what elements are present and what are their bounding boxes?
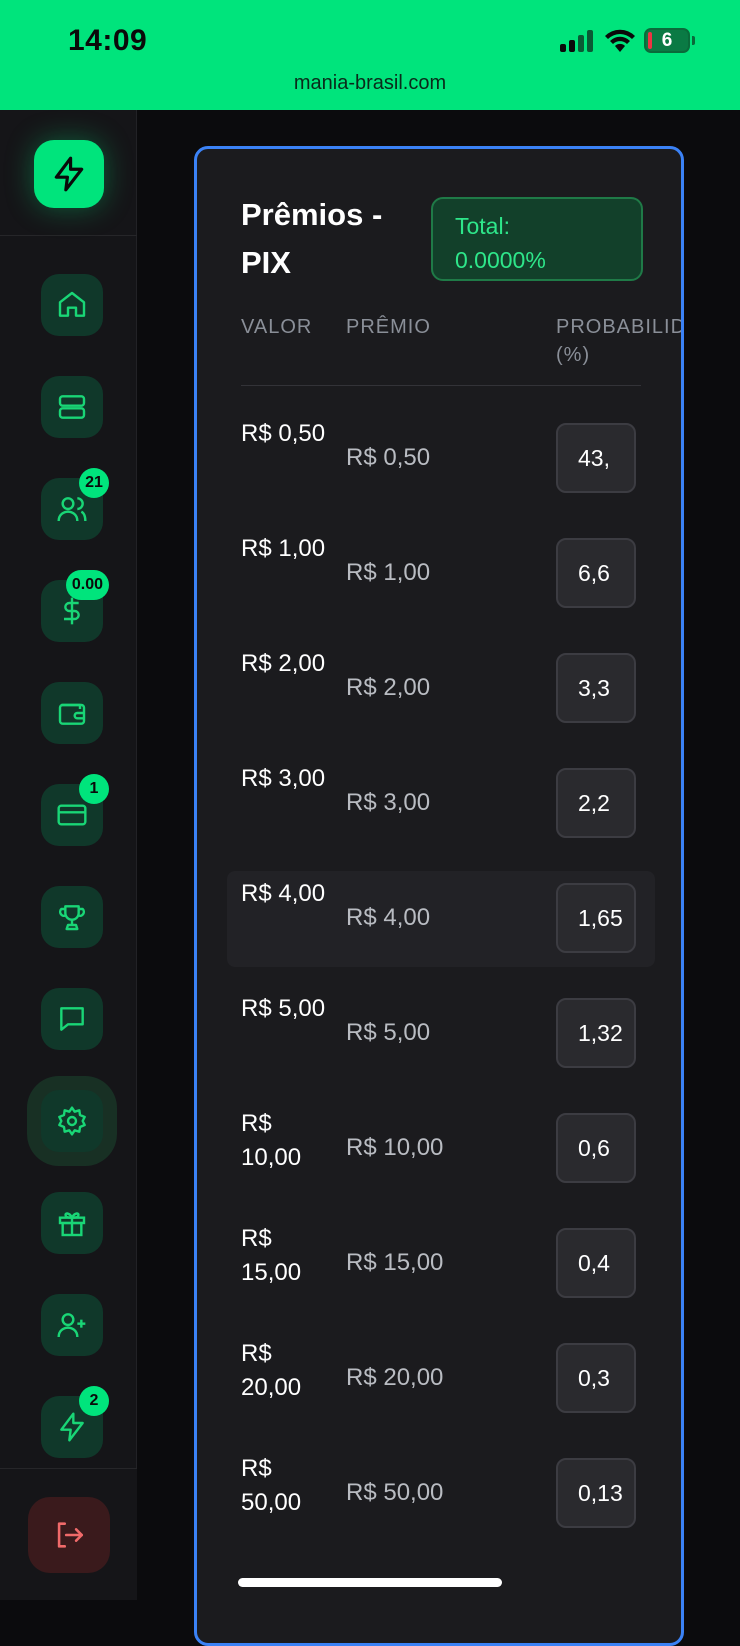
sidebar-item-finance[interactable]: 0.00 xyxy=(41,570,109,642)
table-row: R$ 10,00 R$ 10,00 0,6 xyxy=(227,1101,655,1197)
table-row: R$ 1,00 R$ 1,00 6,6 xyxy=(227,526,655,622)
credit-card-icon xyxy=(57,804,87,826)
lightning-badge: 2 xyxy=(79,1386,109,1416)
signal-icon xyxy=(560,30,594,52)
header-divider xyxy=(241,385,641,386)
user-plus-icon xyxy=(57,1313,86,1338)
probability-input[interactable]: 0,6 xyxy=(556,1113,636,1183)
table-row: R$ 50,00 R$ 50,00 0,13 xyxy=(227,1446,655,1542)
logout-button[interactable] xyxy=(28,1497,110,1573)
cell-premio: R$ 15,00 xyxy=(346,1249,444,1276)
cell-premio: R$ 10,00 xyxy=(346,1134,444,1161)
address-url[interactable]: mania-brasil.com xyxy=(0,72,740,95)
cell-premio: R$ 50,00 xyxy=(346,1479,444,1506)
cell-valor: R$ 5,00 xyxy=(241,995,326,1022)
table-row: R$ 5,00 R$ 5,00 1,32 xyxy=(227,986,655,1082)
logo-area xyxy=(0,110,137,236)
cell-valor: R$ 10,00 xyxy=(241,1110,302,1171)
users-icon xyxy=(57,497,87,522)
cell-premio: R$ 3,00 xyxy=(346,789,431,816)
cell-valor: R$ 0,50 xyxy=(241,420,326,447)
sidebar-item-add-user[interactable] xyxy=(41,1294,103,1356)
battery-level: 6 xyxy=(661,30,673,51)
probability-input[interactable]: 1,65 xyxy=(556,883,636,953)
sidebar-item-server[interactable] xyxy=(41,376,103,438)
probability-input[interactable]: 43, xyxy=(556,423,636,493)
table-row: R$ 20,00 R$ 20,00 0,3 xyxy=(227,1331,655,1427)
status-bar: 14:09 6 mania-brasil.com xyxy=(0,0,740,110)
cell-valor: R$ 1,00 xyxy=(241,535,326,562)
cell-valor: R$ 15,00 xyxy=(241,1225,302,1286)
finance-badge: 0.00 xyxy=(65,570,109,600)
column-header-premio: PRÊMIO xyxy=(346,316,431,338)
sidebar-item-gift[interactable] xyxy=(41,1192,103,1254)
server-icon xyxy=(58,395,86,419)
cell-valor: R$ 50,00 xyxy=(241,1455,302,1516)
gear-icon xyxy=(58,1106,86,1136)
sidebar-item-trophy[interactable] xyxy=(41,886,103,948)
table-row: R$ 0,50 R$ 0,50 43, xyxy=(227,411,655,507)
wifi-icon xyxy=(605,29,635,52)
column-header-valor: VALOR xyxy=(241,316,313,338)
probability-input[interactable]: 0,4 xyxy=(556,1228,636,1298)
column-header-probabilidade: PROBABILIDADE (%) xyxy=(556,316,681,366)
card-title: Prêmios - PIX xyxy=(241,197,383,280)
cell-valor: R$ 3,00 xyxy=(241,765,326,792)
cell-valor: R$ 2,00 xyxy=(241,650,326,677)
cards-badge: 1 xyxy=(79,774,109,804)
prizes-card: Prêmios - PIX Total: 0.0000% VALOR PRÊMI… xyxy=(194,146,684,1646)
probability-input[interactable]: 1,32 xyxy=(556,998,636,1068)
sidebar-item-lightning[interactable]: 2 xyxy=(41,1386,109,1458)
cell-premio: R$ 2,00 xyxy=(346,674,431,701)
gift-icon xyxy=(58,1212,86,1237)
cell-premio: R$ 1,00 xyxy=(346,559,431,586)
cell-valor: R$ 4,00 xyxy=(241,880,326,907)
probability-input[interactable]: 0,3 xyxy=(556,1343,636,1413)
table-row: R$ 2,00 R$ 2,00 3,3 xyxy=(227,641,655,737)
sidebar: 21 0.00 1 2 xyxy=(0,110,137,1600)
table-row: R$ 4,00 R$ 4,00 1,65 xyxy=(227,871,655,967)
cell-premio: R$ 5,00 xyxy=(346,1019,431,1046)
sidebar-item-chat[interactable] xyxy=(41,988,103,1050)
home-icon xyxy=(58,291,86,317)
sidebar-item-wallet[interactable] xyxy=(41,682,103,744)
sidebar-footer xyxy=(0,1468,137,1600)
sidebar-item-home[interactable] xyxy=(41,274,103,336)
cell-premio: R$ 20,00 xyxy=(346,1364,444,1391)
sidebar-item-settings[interactable] xyxy=(41,1090,103,1152)
logout-icon xyxy=(57,1522,84,1548)
status-time: 14:09 xyxy=(68,24,148,57)
wallet-icon xyxy=(58,703,86,725)
cell-premio: R$ 4,00 xyxy=(346,904,431,931)
cell-premio: R$ 0,50 xyxy=(346,444,431,471)
probability-input[interactable]: 2,2 xyxy=(556,768,636,838)
total-value: 0.0000% xyxy=(455,247,546,273)
probability-input[interactable]: 6,6 xyxy=(556,538,636,608)
table-row: R$ 15,00 R$ 15,00 0,4 xyxy=(227,1216,655,1312)
logo-lightning-icon[interactable] xyxy=(34,140,104,208)
total-badge: Total: 0.0000% xyxy=(431,197,643,281)
chat-icon xyxy=(60,1007,84,1031)
total-label: Total: xyxy=(455,213,510,239)
cell-valor: R$ 20,00 xyxy=(241,1340,302,1401)
sidebar-item-users[interactable]: 21 xyxy=(41,468,109,540)
lightning-icon xyxy=(60,1412,84,1442)
battery-icon: 6 xyxy=(644,28,690,53)
probability-input[interactable]: 3,3 xyxy=(556,653,636,723)
table-row: R$ 3,00 R$ 3,00 2,2 xyxy=(227,756,655,852)
trophy-icon xyxy=(58,905,86,931)
sidebar-item-cards[interactable]: 1 xyxy=(41,774,109,846)
home-indicator xyxy=(238,1578,502,1587)
probability-input[interactable]: 0,13 xyxy=(556,1458,636,1528)
users-badge: 21 xyxy=(79,468,109,498)
